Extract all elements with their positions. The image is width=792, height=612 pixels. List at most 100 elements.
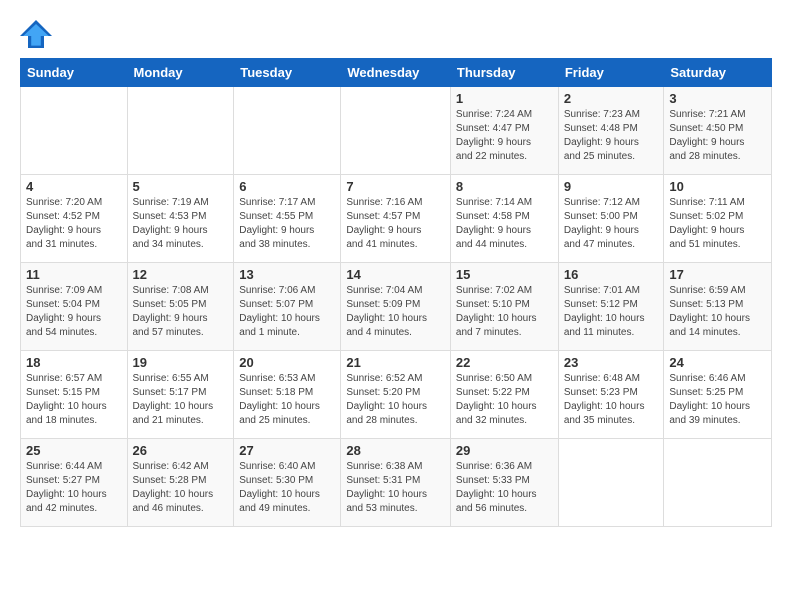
calendar-week-row: 11 Sunrise: 7:09 AM Sunset: 5:04 PM Dayli… bbox=[21, 263, 772, 351]
calendar-cell: 3 Sunrise: 7:21 AM Sunset: 4:50 PM Daylig… bbox=[664, 87, 772, 175]
day-number: 17 bbox=[669, 267, 766, 282]
calendar-cell: 19Sunrise: 6:55 AM Sunset: 5:17 PM Dayli… bbox=[127, 351, 234, 439]
day-number: 2 bbox=[564, 91, 659, 106]
day-info: Sunrise: 7:21 AM Sunset: 4:50 PM Dayligh… bbox=[669, 108, 766, 164]
day-number: 11 bbox=[26, 267, 122, 282]
day-number: 12 bbox=[133, 267, 229, 282]
day-number: 22 bbox=[456, 355, 553, 370]
day-info: Sunrise: 6:53 AM Sunset: 5:18 PM Dayligh… bbox=[239, 372, 335, 428]
day-info: Sunrise: 7:20 AM Sunset: 4:52 PM Dayligh… bbox=[26, 196, 122, 252]
day-info: Sunrise: 7:19 AM Sunset: 4:53 PM Dayligh… bbox=[133, 196, 229, 252]
calendar-cell: 1 Sunrise: 7:24 AM Sunset: 4:47 PM Daylig… bbox=[450, 87, 558, 175]
day-info: Sunrise: 6:42 AM Sunset: 5:28 PM Dayligh… bbox=[133, 460, 229, 516]
calendar-cell: 11 Sunrise: 7:09 AM Sunset: 5:04 PM Dayli… bbox=[21, 263, 128, 351]
calendar-cell bbox=[664, 439, 772, 527]
day-number: 16 bbox=[564, 267, 659, 282]
day-info: Sunrise: 7:17 AM Sunset: 4:55 PM Dayligh… bbox=[239, 196, 335, 252]
day-number: 29 bbox=[456, 443, 553, 458]
day-number: 23 bbox=[564, 355, 659, 370]
calendar-cell: 14 Sunrise: 7:04 AM Sunset: 5:09 PM Dayli… bbox=[341, 263, 451, 351]
calendar-cell: 20 Sunrise: 6:53 AM Sunset: 5:18 PM Dayli… bbox=[234, 351, 341, 439]
day-number: 8 bbox=[456, 179, 553, 194]
calendar-cell bbox=[558, 439, 664, 527]
calendar-cell: 5 Sunrise: 7:19 AM Sunset: 4:53 PM Daylig… bbox=[127, 175, 234, 263]
calendar-week-row: 4 Sunrise: 7:20 AM Sunset: 4:52 PM Daylig… bbox=[21, 175, 772, 263]
calendar-cell: 18 Sunrise: 6:57 AM Sunset: 5:15 PM Dayli… bbox=[21, 351, 128, 439]
day-info: Sunrise: 7:08 AM Sunset: 5:05 PM Dayligh… bbox=[133, 284, 229, 340]
calendar-cell: 28Sunrise: 6:38 AM Sunset: 5:31 PM Dayli… bbox=[341, 439, 451, 527]
calendar-cell: 24 Sunrise: 6:46 AM Sunset: 5:25 PM Dayli… bbox=[664, 351, 772, 439]
day-number: 24 bbox=[669, 355, 766, 370]
calendar-cell: 9 Sunrise: 7:12 AM Sunset: 5:00 PM Daylig… bbox=[558, 175, 664, 263]
header-tuesday: Tuesday bbox=[234, 59, 341, 87]
calendar-cell: 23Sunrise: 6:48 AM Sunset: 5:23 PM Dayli… bbox=[558, 351, 664, 439]
day-number: 26 bbox=[133, 443, 229, 458]
calendar-cell: 12 Sunrise: 7:08 AM Sunset: 5:05 PM Dayli… bbox=[127, 263, 234, 351]
calendar-cell: 25 Sunrise: 6:44 AM Sunset: 5:27 PM Dayli… bbox=[21, 439, 128, 527]
calendar-cell: 2 Sunrise: 7:23 AM Sunset: 4:48 PM Daylig… bbox=[558, 87, 664, 175]
calendar-cell: 8 Sunrise: 7:14 AM Sunset: 4:58 PM Daylig… bbox=[450, 175, 558, 263]
day-info: Sunrise: 7:09 AM Sunset: 5:04 PM Dayligh… bbox=[26, 284, 122, 340]
day-number: 1 bbox=[456, 91, 553, 106]
day-info: Sunrise: 7:04 AM Sunset: 5:09 PM Dayligh… bbox=[346, 284, 445, 340]
day-info: Sunrise: 7:11 AM Sunset: 5:02 PM Dayligh… bbox=[669, 196, 766, 252]
calendar-cell: 21 Sunrise: 6:52 AM Sunset: 5:20 PM Dayli… bbox=[341, 351, 451, 439]
day-info: Sunrise: 7:14 AM Sunset: 4:58 PM Dayligh… bbox=[456, 196, 553, 252]
day-number: 18 bbox=[26, 355, 122, 370]
day-info: Sunrise: 7:01 AM Sunset: 5:12 PM Dayligh… bbox=[564, 284, 659, 340]
calendar-header-row: SundayMondayTuesdayWednesdayThursdayFrid… bbox=[21, 59, 772, 87]
calendar-cell: 7Sunrise: 7:16 AM Sunset: 4:57 PM Daylig… bbox=[341, 175, 451, 263]
day-number: 20 bbox=[239, 355, 335, 370]
day-info: Sunrise: 6:50 AM Sunset: 5:22 PM Dayligh… bbox=[456, 372, 553, 428]
day-number: 5 bbox=[133, 179, 229, 194]
day-info: Sunrise: 6:57 AM Sunset: 5:15 PM Dayligh… bbox=[26, 372, 122, 428]
day-info: Sunrise: 7:23 AM Sunset: 4:48 PM Dayligh… bbox=[564, 108, 659, 164]
header-friday: Friday bbox=[558, 59, 664, 87]
day-info: Sunrise: 6:36 AM Sunset: 5:33 PM Dayligh… bbox=[456, 460, 553, 516]
calendar-table: SundayMondayTuesdayWednesdayThursdayFrid… bbox=[20, 58, 772, 527]
calendar-cell bbox=[21, 87, 128, 175]
calendar-cell: 29 Sunrise: 6:36 AM Sunset: 5:33 PM Dayli… bbox=[450, 439, 558, 527]
day-info: Sunrise: 7:02 AM Sunset: 5:10 PM Dayligh… bbox=[456, 284, 553, 340]
calendar-cell: 17Sunrise: 6:59 AM Sunset: 5:13 PM Dayli… bbox=[664, 263, 772, 351]
day-number: 27 bbox=[239, 443, 335, 458]
header-thursday: Thursday bbox=[450, 59, 558, 87]
day-number: 3 bbox=[669, 91, 766, 106]
day-info: Sunrise: 7:12 AM Sunset: 5:00 PM Dayligh… bbox=[564, 196, 659, 252]
logo-icon bbox=[20, 20, 52, 48]
day-number: 4 bbox=[26, 179, 122, 194]
header-monday: Monday bbox=[127, 59, 234, 87]
day-number: 25 bbox=[26, 443, 122, 458]
header-wednesday: Wednesday bbox=[341, 59, 451, 87]
day-number: 15 bbox=[456, 267, 553, 282]
day-info: Sunrise: 7:06 AM Sunset: 5:07 PM Dayligh… bbox=[239, 284, 335, 340]
day-info: Sunrise: 6:55 AM Sunset: 5:17 PM Dayligh… bbox=[133, 372, 229, 428]
calendar-cell bbox=[234, 87, 341, 175]
day-info: Sunrise: 6:52 AM Sunset: 5:20 PM Dayligh… bbox=[346, 372, 445, 428]
calendar-cell bbox=[127, 87, 234, 175]
header-saturday: Saturday bbox=[664, 59, 772, 87]
calendar-cell: 15 Sunrise: 7:02 AM Sunset: 5:10 PM Dayli… bbox=[450, 263, 558, 351]
day-info: Sunrise: 6:38 AM Sunset: 5:31 PM Dayligh… bbox=[346, 460, 445, 516]
calendar-week-row: 25 Sunrise: 6:44 AM Sunset: 5:27 PM Dayli… bbox=[21, 439, 772, 527]
day-number: 6 bbox=[239, 179, 335, 194]
day-number: 13 bbox=[239, 267, 335, 282]
day-number: 14 bbox=[346, 267, 445, 282]
calendar-cell: 27 Sunrise: 6:40 AM Sunset: 5:30 PM Dayli… bbox=[234, 439, 341, 527]
day-number: 21 bbox=[346, 355, 445, 370]
calendar-cell: 13 Sunrise: 7:06 AM Sunset: 5:07 PM Dayli… bbox=[234, 263, 341, 351]
day-info: Sunrise: 6:40 AM Sunset: 5:30 PM Dayligh… bbox=[239, 460, 335, 516]
day-info: Sunrise: 6:46 AM Sunset: 5:25 PM Dayligh… bbox=[669, 372, 766, 428]
page-header bbox=[20, 20, 772, 48]
day-info: Sunrise: 6:44 AM Sunset: 5:27 PM Dayligh… bbox=[26, 460, 122, 516]
day-number: 9 bbox=[564, 179, 659, 194]
calendar-week-row: 1 Sunrise: 7:24 AM Sunset: 4:47 PM Daylig… bbox=[21, 87, 772, 175]
day-info: Sunrise: 7:24 AM Sunset: 4:47 PM Dayligh… bbox=[456, 108, 553, 164]
calendar-cell: 6 Sunrise: 7:17 AM Sunset: 4:55 PM Daylig… bbox=[234, 175, 341, 263]
calendar-cell bbox=[341, 87, 451, 175]
calendar-cell: 16 Sunrise: 7:01 AM Sunset: 5:12 PM Dayli… bbox=[558, 263, 664, 351]
calendar-week-row: 18 Sunrise: 6:57 AM Sunset: 5:15 PM Dayli… bbox=[21, 351, 772, 439]
logo bbox=[20, 20, 54, 48]
calendar-cell: 4 Sunrise: 7:20 AM Sunset: 4:52 PM Daylig… bbox=[21, 175, 128, 263]
calendar-cell: 10Sunrise: 7:11 AM Sunset: 5:02 PM Dayli… bbox=[664, 175, 772, 263]
